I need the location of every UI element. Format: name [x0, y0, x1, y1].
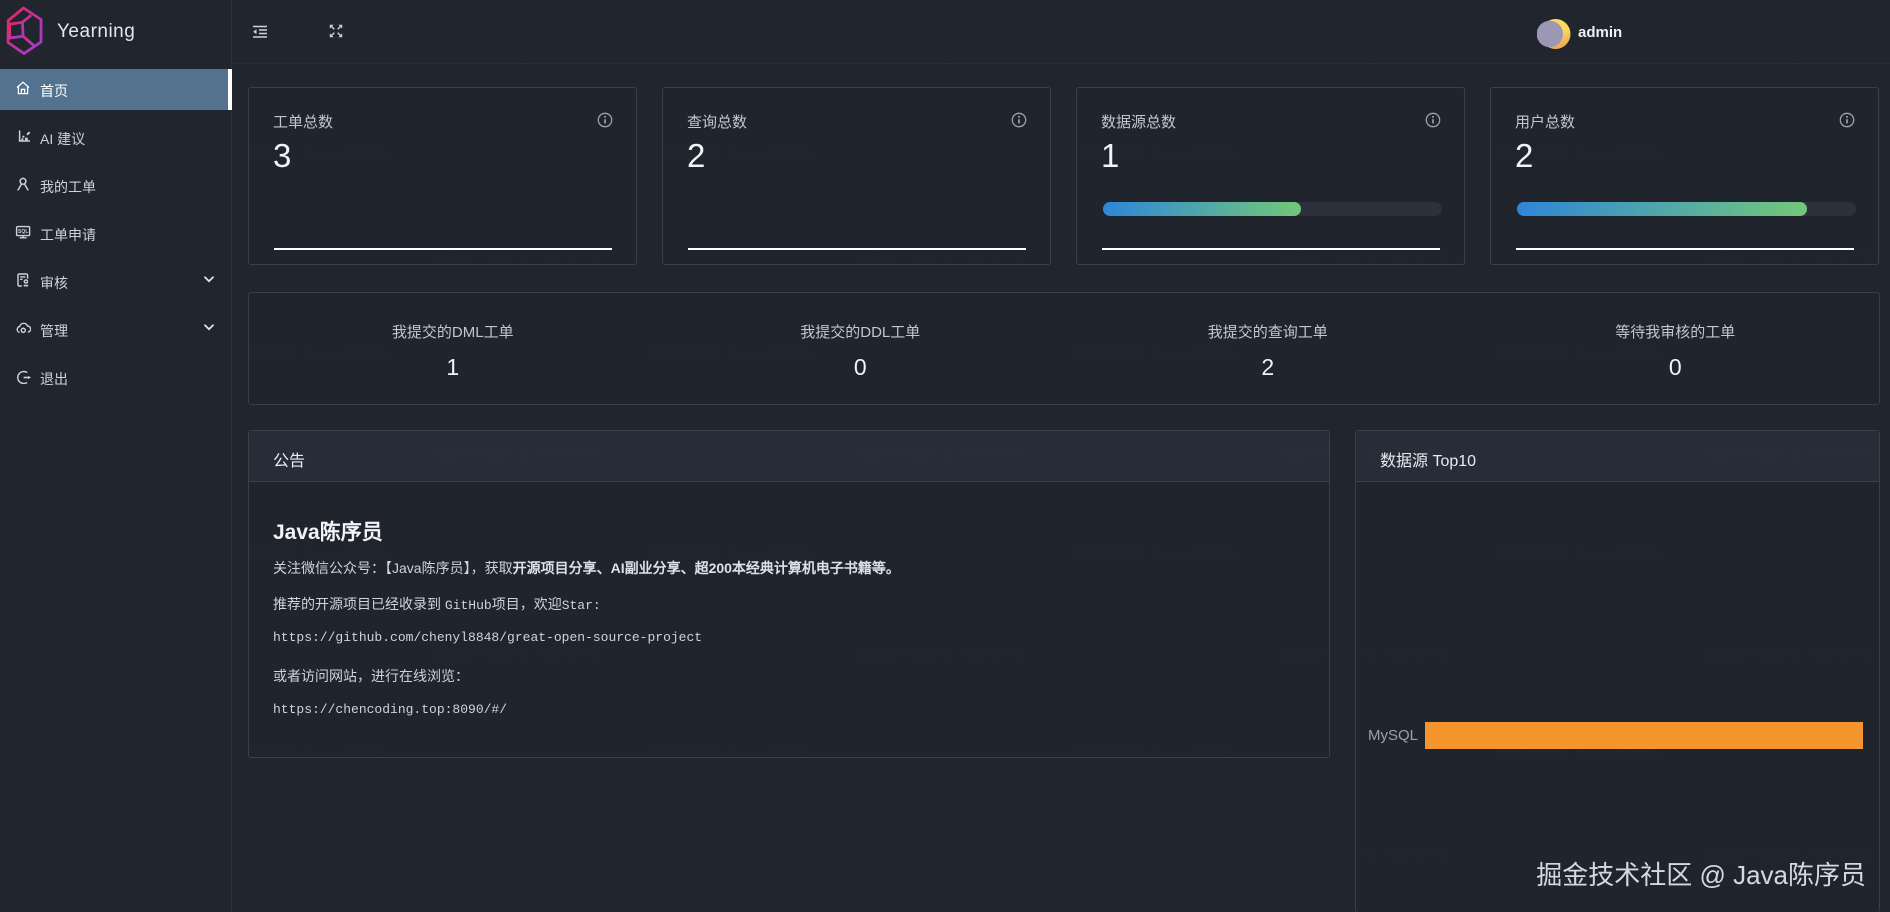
- svg-text:SQL: SQL: [18, 229, 28, 235]
